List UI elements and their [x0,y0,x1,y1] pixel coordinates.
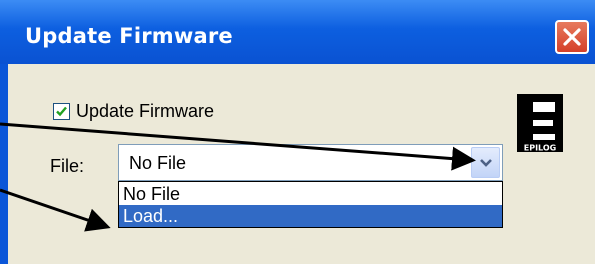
arrow-to-dropdown-button [0,122,476,171]
annotation-arrows [0,122,476,232]
update-firmware-dialog: Update Firmware Update Firmware File: No… [0,0,595,264]
arrow-to-load-option [0,188,111,232]
